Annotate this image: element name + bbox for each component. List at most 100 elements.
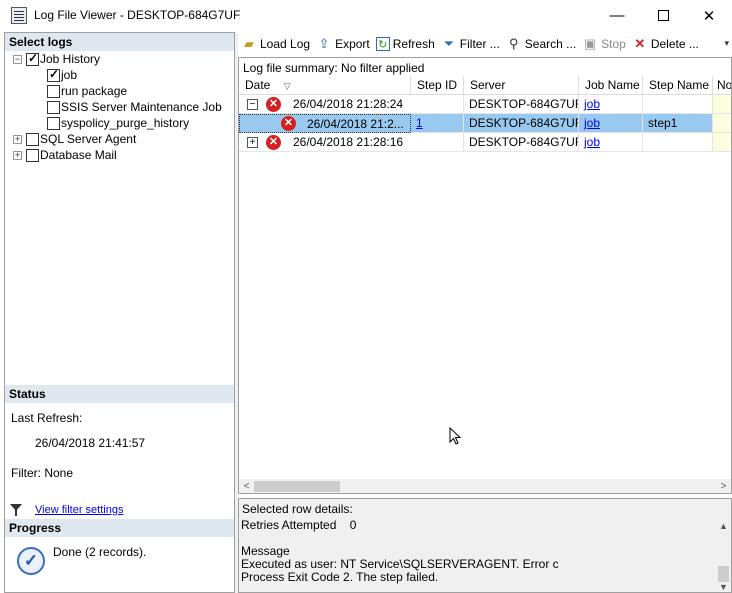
select-logs-header: Select logs bbox=[5, 33, 234, 51]
collapse-icon[interactable]: − bbox=[13, 54, 22, 64]
horizontal-scrollbar[interactable]: < > bbox=[239, 479, 731, 493]
filter-icon bbox=[10, 504, 22, 516]
column-header-step-id[interactable]: Step ID bbox=[411, 76, 464, 95]
ssis-maintenance-checkbox[interactable] bbox=[47, 100, 60, 114]
job-checkbox[interactable] bbox=[47, 67, 60, 82]
cell-date: 26/04/2018 21:2... bbox=[239, 114, 411, 133]
job-history-checkbox[interactable] bbox=[26, 51, 39, 66]
stop-label: Stop bbox=[601, 37, 626, 51]
retries-value: 0 bbox=[349, 518, 357, 532]
column-header-step-name[interactable]: Step Name bbox=[643, 76, 713, 95]
toolbar-overflow-icon[interactable]: ▾ bbox=[724, 38, 729, 49]
cell-date: 26/04/2018 21:28:16 bbox=[239, 133, 411, 152]
cell-server: DESKTOP-684G7UF bbox=[464, 114, 579, 133]
tree-item-sql-server-agent[interactable]: + SQL Server Agent bbox=[13, 131, 136, 147]
column-header-server[interactable]: Server bbox=[464, 76, 579, 95]
tree-label-sql-server-agent: SQL Server Agent bbox=[40, 132, 137, 146]
retries-attempted-row: Retries Attempted 0 bbox=[241, 518, 356, 532]
expand-icon[interactable]: + bbox=[13, 150, 22, 160]
search-label: Search ... bbox=[524, 37, 577, 51]
close-button[interactable]: ✕ bbox=[686, 0, 732, 31]
table-row[interactable]: + ✕ 26/04/2018 21:28:16 DESKTOP-684G7UF … bbox=[239, 133, 731, 152]
error-icon: ✕ bbox=[281, 116, 296, 131]
sql-server-agent-checkbox[interactable] bbox=[26, 132, 39, 146]
column-header-notes[interactable]: No bbox=[713, 76, 731, 95]
export-button[interactable]: ⇪ Export bbox=[313, 33, 373, 55]
filter-button[interactable]: ⏷ Filter ... bbox=[438, 33, 503, 55]
progress-header: Progress bbox=[5, 519, 234, 537]
tree-item-run-package[interactable]: run package bbox=[47, 83, 127, 99]
window-title: Log File Viewer - DESKTOP-684G7UF bbox=[34, 8, 241, 22]
progress-text: Done (2 records). bbox=[53, 545, 147, 559]
cell-server: DESKTOP-684G7UF bbox=[464, 95, 579, 114]
sort-descending-icon: ▽ bbox=[283, 81, 291, 91]
cell-notes bbox=[713, 95, 731, 114]
job-name-link[interactable]: job bbox=[584, 97, 600, 111]
message-label: Message bbox=[241, 544, 290, 558]
filter-status: Filter: None bbox=[11, 466, 74, 480]
last-refresh-label: Last Refresh: bbox=[11, 411, 83, 425]
search-icon: ⚲ bbox=[509, 36, 519, 51]
tree-item-ssis-maintenance[interactable]: SSIS Server Maintenance Job bbox=[47, 99, 222, 115]
view-filter-wrapper: View filter settings bbox=[35, 502, 123, 516]
stop-button[interactable]: ▣ Stop bbox=[579, 33, 629, 55]
minimize-icon: — bbox=[609, 7, 625, 24]
cell-step-id: 1 bbox=[411, 114, 464, 133]
tree-item-job[interactable]: job bbox=[47, 67, 77, 83]
tree-item-syspolicy[interactable]: syspolicy_purge_history bbox=[47, 115, 189, 131]
delete-label: Delete ... bbox=[650, 37, 699, 51]
delete-x-icon: ✕ bbox=[634, 36, 646, 51]
cell-notes bbox=[713, 133, 731, 152]
details-vertical-scrollbar[interactable]: ▲ ▼ bbox=[716, 517, 731, 592]
close-icon: ✕ bbox=[702, 7, 716, 25]
last-refresh-value: 26/04/2018 21:41:57 bbox=[35, 436, 146, 450]
job-name-link[interactable]: job bbox=[584, 135, 600, 149]
maximize-button[interactable] bbox=[640, 0, 686, 31]
cell-job-name: job bbox=[579, 95, 643, 114]
tree-label-database-mail: Database Mail bbox=[40, 148, 117, 162]
database-mail-checkbox[interactable] bbox=[26, 148, 39, 162]
cell-notes bbox=[713, 114, 731, 133]
syspolicy-checkbox[interactable] bbox=[47, 116, 60, 130]
scroll-down-icon[interactable]: ▼ bbox=[716, 580, 731, 592]
table-row-selected[interactable]: 26/04/2018 21:2... ✕ 1 DESKTOP-684G7UF j… bbox=[239, 114, 731, 133]
column-header-date-label: Date bbox=[245, 78, 271, 92]
funnel-icon: ⏷ bbox=[443, 36, 454, 51]
minimize-button[interactable]: — bbox=[594, 0, 640, 31]
scroll-left-icon[interactable]: < bbox=[239, 479, 254, 493]
message-line-1: Executed as user: NT Service\SQLSERVERAG… bbox=[241, 557, 559, 571]
cell-step-id bbox=[411, 133, 464, 152]
cell-step-name: step1 bbox=[643, 114, 713, 133]
title-bar: Log File Viewer - DESKTOP-684G7UF — ✕ bbox=[0, 0, 732, 31]
mouse-cursor-icon bbox=[449, 427, 461, 445]
refresh-icon: ↻ bbox=[375, 37, 390, 51]
tree-label-run-package: run package bbox=[61, 84, 128, 98]
expand-icon[interactable]: + bbox=[13, 134, 22, 144]
run-package-checkbox[interactable] bbox=[47, 84, 60, 98]
tree-label-ssis-maintenance: SSIS Server Maintenance Job bbox=[61, 100, 222, 114]
view-filter-settings-link[interactable]: View filter settings bbox=[35, 504, 123, 516]
job-name-link[interactable]: job bbox=[584, 116, 600, 130]
cell-date: 26/04/2018 21:28:24 bbox=[239, 95, 411, 114]
tree-label-job-history: Job History bbox=[40, 52, 101, 66]
tree-item-database-mail[interactable]: + Database Mail bbox=[13, 147, 117, 163]
horizontal-scroll-thumb[interactable] bbox=[254, 481, 340, 492]
column-header-date[interactable]: Date ▽ bbox=[239, 76, 411, 95]
log-summary: Log file summary: No filter applied bbox=[243, 61, 425, 75]
delete-button[interactable]: ✕ Delete ... bbox=[629, 33, 702, 55]
refresh-button[interactable]: ↻ Refresh bbox=[373, 33, 438, 55]
folder-open-icon: ▰ bbox=[244, 36, 254, 51]
scroll-right-icon[interactable]: > bbox=[716, 479, 731, 493]
load-log-button[interactable]: ▰ Load Log bbox=[238, 33, 313, 55]
search-button[interactable]: ⚲ Search ... bbox=[503, 33, 579, 55]
log-grid: Log file summary: No filter applied Date… bbox=[238, 57, 732, 494]
scroll-up-icon[interactable]: ▲ bbox=[716, 519, 731, 533]
export-icon: ⇪ bbox=[318, 36, 330, 51]
step-id-link[interactable]: 1 bbox=[416, 116, 423, 130]
table-row[interactable]: − ✕ 26/04/2018 21:28:24 DESKTOP-684G7UF … bbox=[239, 95, 731, 114]
tree-item-job-history[interactable]: − Job History bbox=[13, 51, 100, 67]
left-pane: Select logs − Job History job run packag… bbox=[4, 32, 235, 593]
maximize-icon bbox=[657, 10, 669, 21]
column-header-job-name[interactable]: Job Name bbox=[579, 76, 643, 95]
load-log-label: Load Log bbox=[260, 37, 311, 51]
